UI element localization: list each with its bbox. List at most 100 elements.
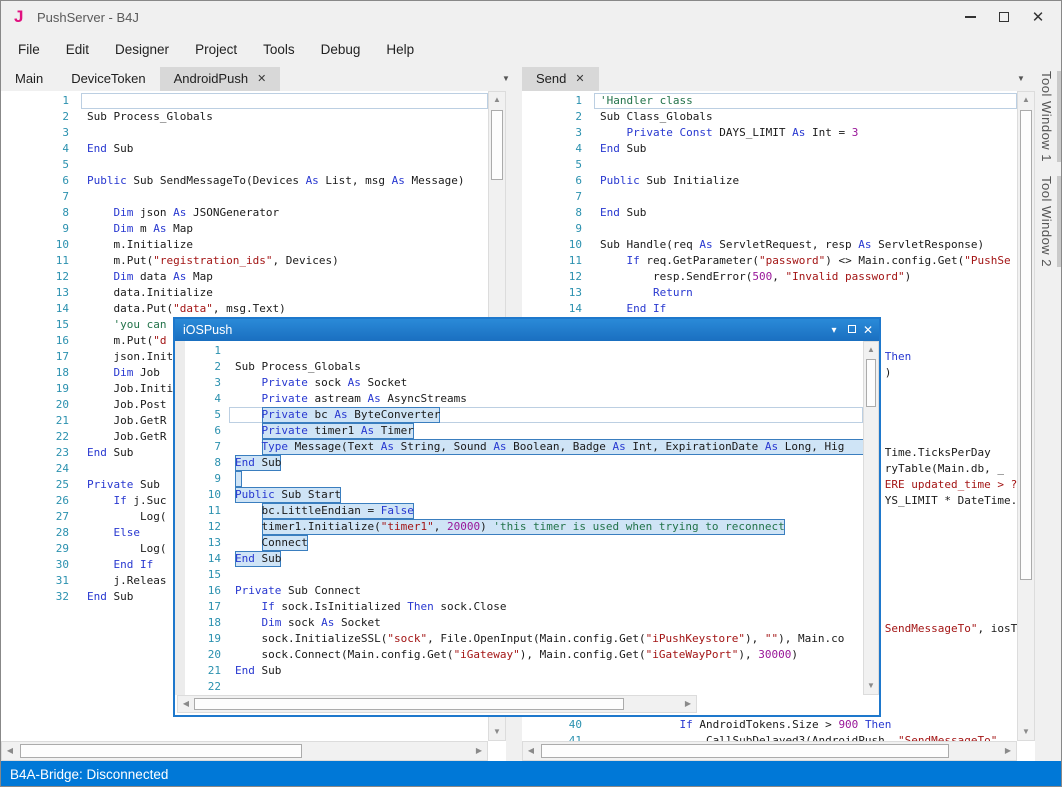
float-maximize-button[interactable]	[843, 325, 861, 336]
float-horizontal-scrollbar[interactable]: ◀ ▶	[177, 695, 697, 713]
floating-code-window[interactable]: iOSPush ▾ ✕ 12Sub Process_Globals3 Priva…	[173, 317, 881, 717]
scroll-right-icon[interactable]: ▶	[471, 742, 487, 760]
scroll-left-icon[interactable]: ◀	[523, 742, 539, 760]
code-line: 2Sub Process_Globals	[1, 109, 488, 125]
code-line: 11 If req.GetParameter("password") <> Ma…	[522, 253, 1017, 269]
scroll-up-icon[interactable]: ▲	[1018, 92, 1034, 108]
minimize-button[interactable]	[953, 1, 987, 33]
editor-left-margin	[175, 341, 185, 695]
selection-highlight: Connect	[262, 535, 308, 551]
scroll-down-icon[interactable]: ▼	[1018, 724, 1034, 740]
code-line: 16Private Sub Connect	[185, 583, 863, 599]
line-number: 19	[185, 631, 229, 647]
line-number: 15	[185, 567, 229, 583]
window-controls: ✕	[953, 1, 1055, 33]
menu-file[interactable]: File	[5, 33, 53, 67]
maximize-button[interactable]	[987, 1, 1021, 33]
line-number: 12	[522, 269, 594, 285]
close-button[interactable]: ✕	[1021, 1, 1055, 33]
tool-window-tab-tool-window-2[interactable]: Tool Window 2	[1039, 176, 1062, 267]
line-number: 11	[1, 253, 81, 269]
floating-editor[interactable]: 12Sub Process_Globals3 Private sock As S…	[175, 341, 879, 713]
right-editor-horizontal-scrollbar[interactable]: ◀ ▶	[522, 741, 1017, 761]
line-number: 22	[185, 679, 229, 695]
code-line: 3 Private sock As Socket	[185, 375, 863, 391]
line-number: 26	[1, 493, 81, 509]
selection-highlight	[235, 471, 242, 487]
scroll-left-icon[interactable]: ◀	[178, 696, 194, 712]
menu-designer[interactable]: Designer	[102, 33, 182, 67]
line-number: 3	[522, 125, 594, 141]
tool-window-tab-tool-window-1[interactable]: Tool Window 1	[1039, 71, 1062, 162]
scroll-up-icon[interactable]: ▲	[864, 342, 878, 358]
scroll-right-icon[interactable]: ▶	[680, 696, 696, 712]
float-vertical-scrollbar[interactable]: ▲ ▼	[863, 341, 879, 695]
floating-editor-lines[interactable]: 12Sub Process_Globals3 Private sock As S…	[185, 343, 863, 695]
tab-main[interactable]: Main	[1, 67, 57, 91]
line-number: 17	[185, 599, 229, 615]
float-close-button[interactable]: ✕	[861, 323, 879, 337]
line-number: 15	[1, 317, 81, 333]
scroll-thumb[interactable]	[491, 110, 503, 180]
scroll-up-icon[interactable]: ▲	[489, 92, 505, 108]
code-line: 13 data.Initialize	[1, 285, 488, 301]
code-line: 10Public Sub Start	[185, 487, 863, 503]
code-line: 2Sub Process_Globals	[185, 359, 863, 375]
scroll-thumb[interactable]	[866, 359, 876, 407]
scroll-right-icon[interactable]: ▶	[1000, 742, 1016, 760]
right-editor-vertical-scrollbar[interactable]: ▲ ▼	[1017, 91, 1035, 741]
code-line: 12 Dim data As Map	[1, 269, 488, 285]
tab-close-icon[interactable]: ✕	[257, 67, 266, 91]
selection-highlight: Private timer1 As Timer	[262, 423, 414, 439]
right-tab-dropdown-icon[interactable]: ▼	[1017, 74, 1025, 83]
line-number: 24	[1, 461, 81, 477]
menu-edit[interactable]: Edit	[53, 33, 102, 67]
code-line: 1'Handler class	[522, 93, 1017, 109]
line-number: 2	[1, 109, 81, 125]
line-number: 6	[185, 423, 229, 439]
menu-tools[interactable]: Tools	[250, 33, 308, 67]
line-number: 9	[185, 471, 229, 487]
left-editor-horizontal-scrollbar[interactable]: ◀ ▶	[1, 741, 488, 761]
tab-send[interactable]: Send ✕	[522, 67, 599, 91]
floating-window-title-bar[interactable]: iOSPush ▾ ✕	[175, 319, 879, 341]
selection-highlight: timer1.Initialize("timer1", 20000) 'this…	[262, 519, 785, 535]
line-number: 4	[185, 391, 229, 407]
tool-window-label: Tool Window 2	[1039, 176, 1054, 267]
line-number: 29	[1, 541, 81, 557]
line-number: 19	[1, 381, 81, 397]
tab-androidpush[interactable]: AndroidPush✕	[160, 67, 281, 91]
code-line: 8 Dim json As JSONGenerator	[1, 205, 488, 221]
tab-devicetoken[interactable]: DeviceToken	[57, 67, 159, 91]
line-number: 9	[1, 221, 81, 237]
line-number: 25	[1, 477, 81, 493]
line-number: 13	[185, 535, 229, 551]
line-number: 8	[522, 205, 594, 221]
tab-close-icon[interactable]: ✕	[575, 67, 584, 91]
line-number: 16	[185, 583, 229, 599]
scroll-thumb[interactable]	[194, 698, 624, 710]
code-line: 9	[185, 471, 863, 487]
scroll-left-icon[interactable]: ◀	[2, 742, 18, 760]
scroll-down-icon[interactable]: ▼	[489, 724, 505, 740]
code-line: 12 timer1.Initialize("timer1", 20000) 't…	[185, 519, 863, 535]
line-number: 21	[1, 413, 81, 429]
left-tab-dropdown-icon[interactable]: ▼	[502, 74, 510, 83]
scroll-thumb[interactable]	[20, 744, 302, 758]
line-number: 13	[522, 285, 594, 301]
code-line: 6 Private timer1 As Timer	[185, 423, 863, 439]
menu-help[interactable]: Help	[373, 33, 427, 67]
float-dropdown-icon[interactable]: ▾	[825, 325, 843, 336]
scroll-thumb[interactable]	[1020, 110, 1032, 580]
scroll-thumb[interactable]	[541, 744, 949, 758]
menu-project[interactable]: Project	[182, 33, 250, 67]
line-number: 32	[1, 589, 81, 605]
line-number: 4	[1, 141, 81, 157]
tab-label: Send	[536, 67, 566, 91]
window-title: PushServer - B4J	[37, 10, 139, 25]
code-line: 6Public Sub SendMessageTo(Devices As Lis…	[1, 173, 488, 189]
code-line: 41 CallSubDelayed3(AndroidPush, "SendMes…	[522, 733, 1017, 741]
scroll-down-icon[interactable]: ▼	[864, 678, 878, 694]
menu-debug[interactable]: Debug	[308, 33, 374, 67]
line-number: 4	[522, 141, 594, 157]
